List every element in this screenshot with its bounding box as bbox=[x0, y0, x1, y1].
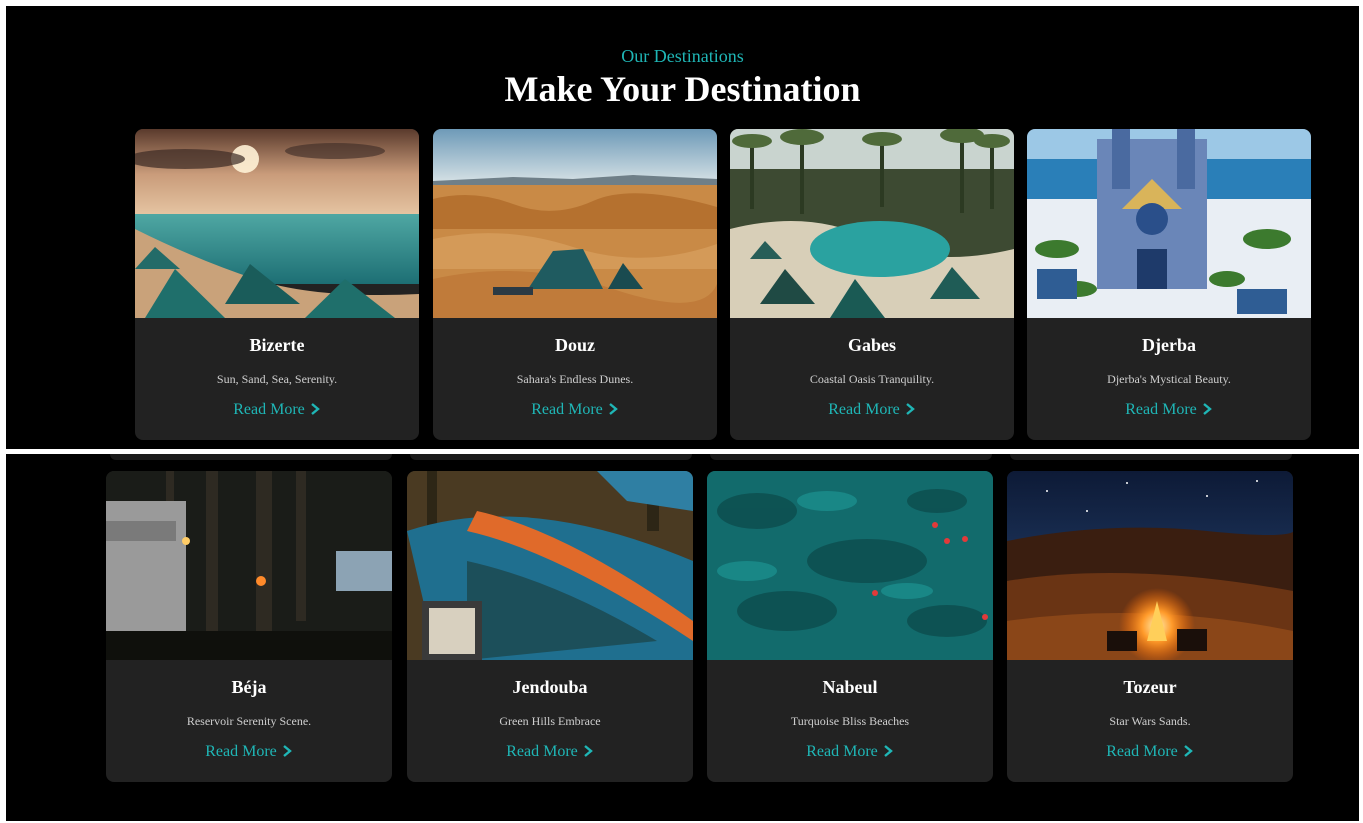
destination-name: Tozeur bbox=[1123, 677, 1177, 697]
destination-card-nabeul[interactable]: Nabeul Turquoise Bliss Beaches Read More bbox=[707, 471, 993, 782]
read-more-label: Read More bbox=[1106, 743, 1178, 760]
chevron-right-icon bbox=[883, 745, 893, 757]
destination-card-tozeur[interactable]: Tozeur Star Wars Sands. Read More bbox=[1007, 471, 1293, 782]
read-more-label: Read More bbox=[531, 401, 603, 418]
section-eyebrow: Our Destinations bbox=[621, 46, 744, 66]
destination-name: Jendouba bbox=[512, 677, 588, 697]
destination-name: Nabeul bbox=[822, 677, 878, 697]
destination-tagline: Sahara's Endless Dunes. bbox=[516, 372, 634, 386]
read-more-label: Read More bbox=[828, 401, 900, 418]
destination-name: Béja bbox=[231, 677, 267, 697]
card-edge bbox=[710, 454, 992, 460]
destination-tagline: Green Hills Embrace bbox=[499, 714, 601, 728]
chevron-right-icon bbox=[905, 403, 915, 415]
read-more-label: Read More bbox=[205, 743, 277, 760]
read-more-label: Read More bbox=[233, 401, 305, 418]
chevron-right-icon bbox=[282, 745, 292, 757]
destination-image-bizerte bbox=[135, 129, 419, 318]
destination-card-gabes[interactable]: Gabes Coastal Oasis Tranquility. Read Mo… bbox=[730, 129, 1014, 440]
destination-tagline: Reservoir Serenity Scene. bbox=[186, 714, 312, 728]
destination-name: Gabes bbox=[847, 335, 896, 355]
destination-card-jendouba[interactable]: Jendouba Green Hills Embrace Read More bbox=[407, 471, 693, 782]
destination-tagline: Coastal Oasis Tranquility. bbox=[809, 372, 935, 386]
destination-card-beja[interactable]: Béja Reservoir Serenity Scene. Read More bbox=[106, 471, 392, 782]
chevron-right-icon bbox=[1202, 403, 1212, 415]
destination-card-djerba[interactable]: Djerba Djerba's Mystical Beauty. Read Mo… bbox=[1027, 129, 1311, 440]
card-edge bbox=[410, 454, 692, 460]
destination-tagline: Star Wars Sands. bbox=[1109, 714, 1191, 728]
card-edge bbox=[1010, 454, 1292, 460]
destination-name: Bizerte bbox=[249, 335, 305, 355]
read-more-link[interactable]: Read More bbox=[407, 743, 693, 761]
destination-tagline: Djerba's Mystical Beauty. bbox=[1107, 372, 1231, 386]
destination-image-gabes bbox=[730, 129, 1014, 318]
chevron-right-icon bbox=[583, 745, 593, 757]
destination-card-bizerte[interactable]: Bizerte Sun, Sand, Sea, Serenity. Read M… bbox=[135, 129, 419, 440]
chevron-right-icon bbox=[310, 403, 320, 415]
read-more-label: Read More bbox=[1125, 401, 1197, 418]
destination-image-nabeul bbox=[707, 471, 993, 660]
destinations-section-top: Our Destinations Make Your Destination B… bbox=[6, 6, 1359, 449]
destinations-section-bottom: Béja Reservoir Serenity Scene. Read More… bbox=[6, 454, 1359, 821]
destination-image-douz bbox=[433, 129, 717, 318]
read-more-link[interactable]: Read More bbox=[730, 401, 1014, 419]
read-more-link[interactable]: Read More bbox=[1007, 743, 1293, 761]
destination-image-beja bbox=[106, 471, 392, 660]
read-more-link[interactable]: Read More bbox=[1027, 401, 1311, 419]
destination-name: Douz bbox=[555, 335, 595, 355]
chevron-right-icon bbox=[1183, 745, 1193, 757]
destination-tagline: Turquoise Bliss Beaches bbox=[790, 714, 910, 728]
read-more-link[interactable]: Read More bbox=[135, 401, 419, 419]
read-more-link[interactable]: Read More bbox=[106, 743, 392, 761]
chevron-right-icon bbox=[608, 403, 618, 415]
destination-card-douz[interactable]: Douz Sahara's Endless Dunes. Read More bbox=[433, 129, 717, 440]
read-more-label: Read More bbox=[806, 743, 878, 760]
read-more-label: Read More bbox=[506, 743, 578, 760]
destination-image-djerba bbox=[1027, 129, 1311, 318]
read-more-link[interactable]: Read More bbox=[707, 743, 993, 761]
section-title: Make Your Destination bbox=[504, 69, 861, 109]
destination-tagline: Sun, Sand, Sea, Serenity. bbox=[216, 372, 338, 386]
card-edge bbox=[110, 454, 392, 460]
destination-image-jendouba bbox=[407, 471, 693, 660]
destination-image-tozeur bbox=[1007, 471, 1293, 660]
read-more-link[interactable]: Read More bbox=[433, 401, 717, 419]
destination-name: Djerba bbox=[1142, 335, 1196, 355]
